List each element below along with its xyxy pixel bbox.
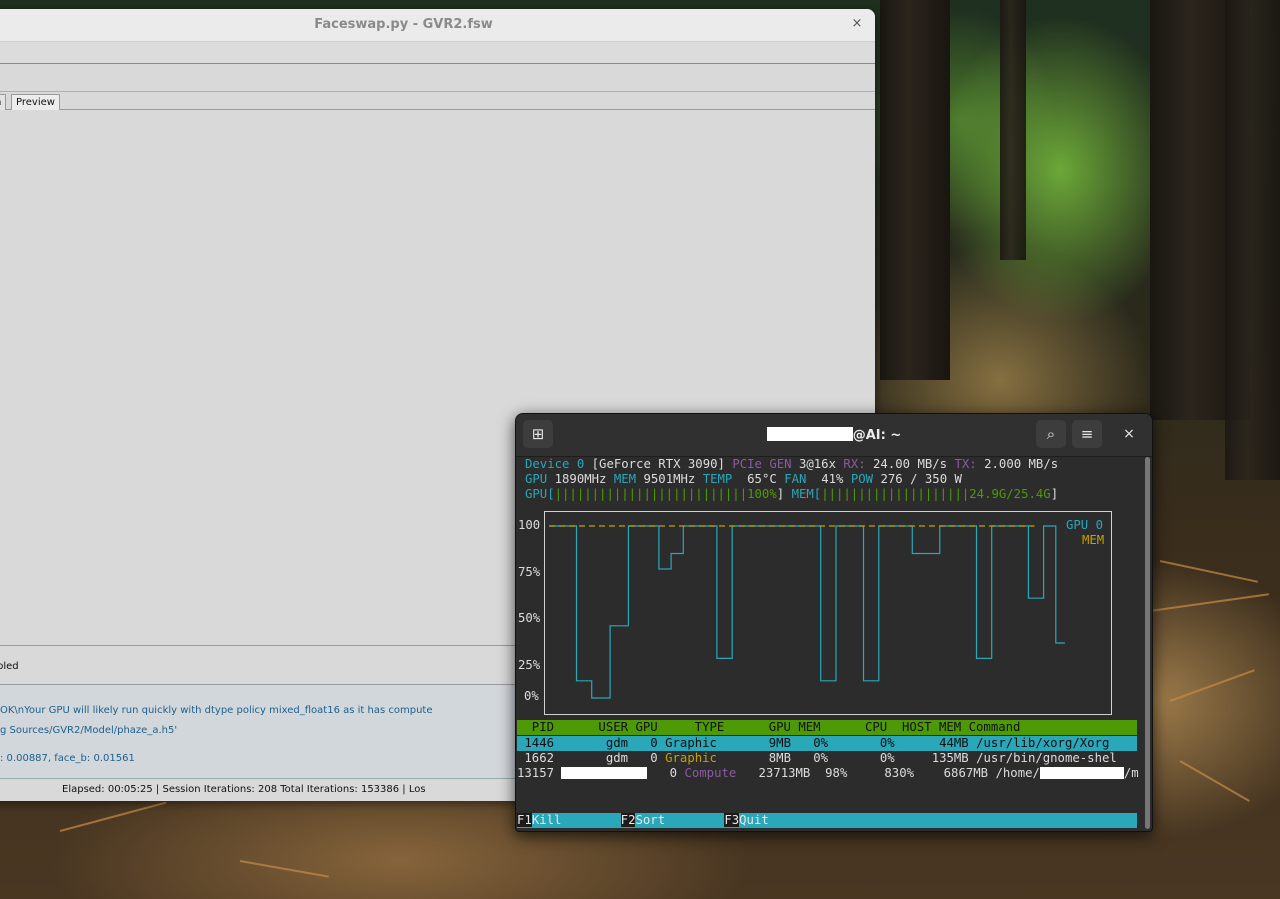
kill-action[interactable]: Kill <box>532 813 562 827</box>
process-table-header[interactable]: PID USER GPU TYPE GPU MEM CPU HOST MEM C… <box>517 720 1137 735</box>
close-icon[interactable]: × <box>849 16 865 32</box>
window-title: Faceswap.py - GVR2.fsw <box>314 17 493 32</box>
chart-y-tick: 100 <box>518 518 541 532</box>
chart-y-tick: 50% <box>518 611 541 625</box>
usage-bars-line: GPU[||||||||||||||||||||||||||100%] MEM[… <box>525 487 1059 501</box>
status-text: bled <box>0 661 19 672</box>
chart-y-tick: 25% <box>518 658 541 672</box>
redacted-path <box>1039 767 1124 779</box>
mem-usage-bar: |||||||||||||||||||| <box>821 487 970 501</box>
quit-action[interactable]: Quit <box>739 813 769 827</box>
redacted-username <box>766 427 853 441</box>
process-row[interactable]: 1446 gdm 0 Graphic 9MB 0% 0% 44MB /usr/l… <box>517 736 1137 751</box>
legend-gpu0: GPU 0 <box>1066 518 1104 532</box>
wallpaper-needle <box>1159 560 1259 583</box>
device-line: Device 0 [GeForce RTX 3090] PCIe GEN 3@1… <box>525 457 1059 471</box>
wallpaper-tree-trunk <box>880 0 950 380</box>
console-line: : 0.00887, face_b: 0.01561 <box>0 753 135 764</box>
wallpaper-needle <box>1149 593 1269 612</box>
function-key-bar: F1Kill F2Sort F3Quit <box>517 813 1137 828</box>
gpu-usage-chart: GPU 0 MEM <box>544 511 1112 715</box>
chart-y-tick: 75% <box>518 565 541 579</box>
training-progress-text: Elapsed: 00:05:25 | Session Iterations: … <box>62 784 426 795</box>
console-line: g Sources/GVR2/Model/phaze_a.h5' <box>0 725 178 736</box>
chart-plot <box>549 525 1065 699</box>
fkey-f2[interactable]: F2 <box>620 813 636 827</box>
wallpaper-tree-trunk <box>1000 0 1026 260</box>
toolbar[interactable] <box>0 64 875 92</box>
display-tabs: h Preview <box>0 94 875 110</box>
tab-preview[interactable]: Preview <box>11 94 60 110</box>
terminal-window: ⊞ @AI: ~ ⌕ ≡ × Device 0 [GeForce RTX 309… <box>515 413 1153 832</box>
legend-mem: MEM <box>1082 533 1105 547</box>
wallpaper-needle <box>1179 760 1250 802</box>
clock-line: GPU 1890MHz MEM 9501MHz TEMP 65°C FAN 41… <box>525 472 962 486</box>
menu-bar[interactable] <box>0 42 875 64</box>
sort-action[interactable]: Sort <box>635 813 665 827</box>
wallpaper-tree-trunk <box>1225 0 1280 480</box>
terminal-scrollbar[interactable] <box>1145 457 1150 829</box>
wallpaper-needle <box>59 801 167 832</box>
process-row[interactable]: 13157 0 Compute 23713MB 98% 830% 6867MB … <box>517 766 1139 781</box>
search-icon[interactable]: ⌕ <box>1036 420 1066 448</box>
process-row[interactable]: 1662 gdm 0 Graphic 8MB 0% 0% 135MB /usr/… <box>517 751 1137 766</box>
console-line: OK\nYour GPU will likely run quickly wit… <box>0 705 433 716</box>
hamburger-menu-icon[interactable]: ≡ <box>1072 420 1102 448</box>
fkey-f3[interactable]: F3 <box>724 813 740 827</box>
fkey-f1[interactable]: F1 <box>517 813 532 827</box>
chart-series-gpu-0 <box>549 525 1065 699</box>
wallpaper-needle <box>1169 669 1255 702</box>
gpu-usage-bar: |||||||||||||||||||||||||| <box>554 487 748 501</box>
terminal-title-host: @AI: ~ <box>852 428 902 443</box>
tab-graph[interactable]: h <box>0 94 7 110</box>
redacted-user <box>561 767 648 779</box>
terminal-content[interactable]: Device 0 [GeForce RTX 3090] PCIe GEN 3@1… <box>516 457 1142 831</box>
wallpaper-needle <box>239 860 329 878</box>
close-icon[interactable]: × <box>1114 420 1144 448</box>
faceswap-titlebar[interactable]: Faceswap.py - GVR2.fsw × <box>0 9 875 42</box>
terminal-headerbar[interactable]: ⊞ @AI: ~ ⌕ ≡ × <box>516 414 1152 457</box>
